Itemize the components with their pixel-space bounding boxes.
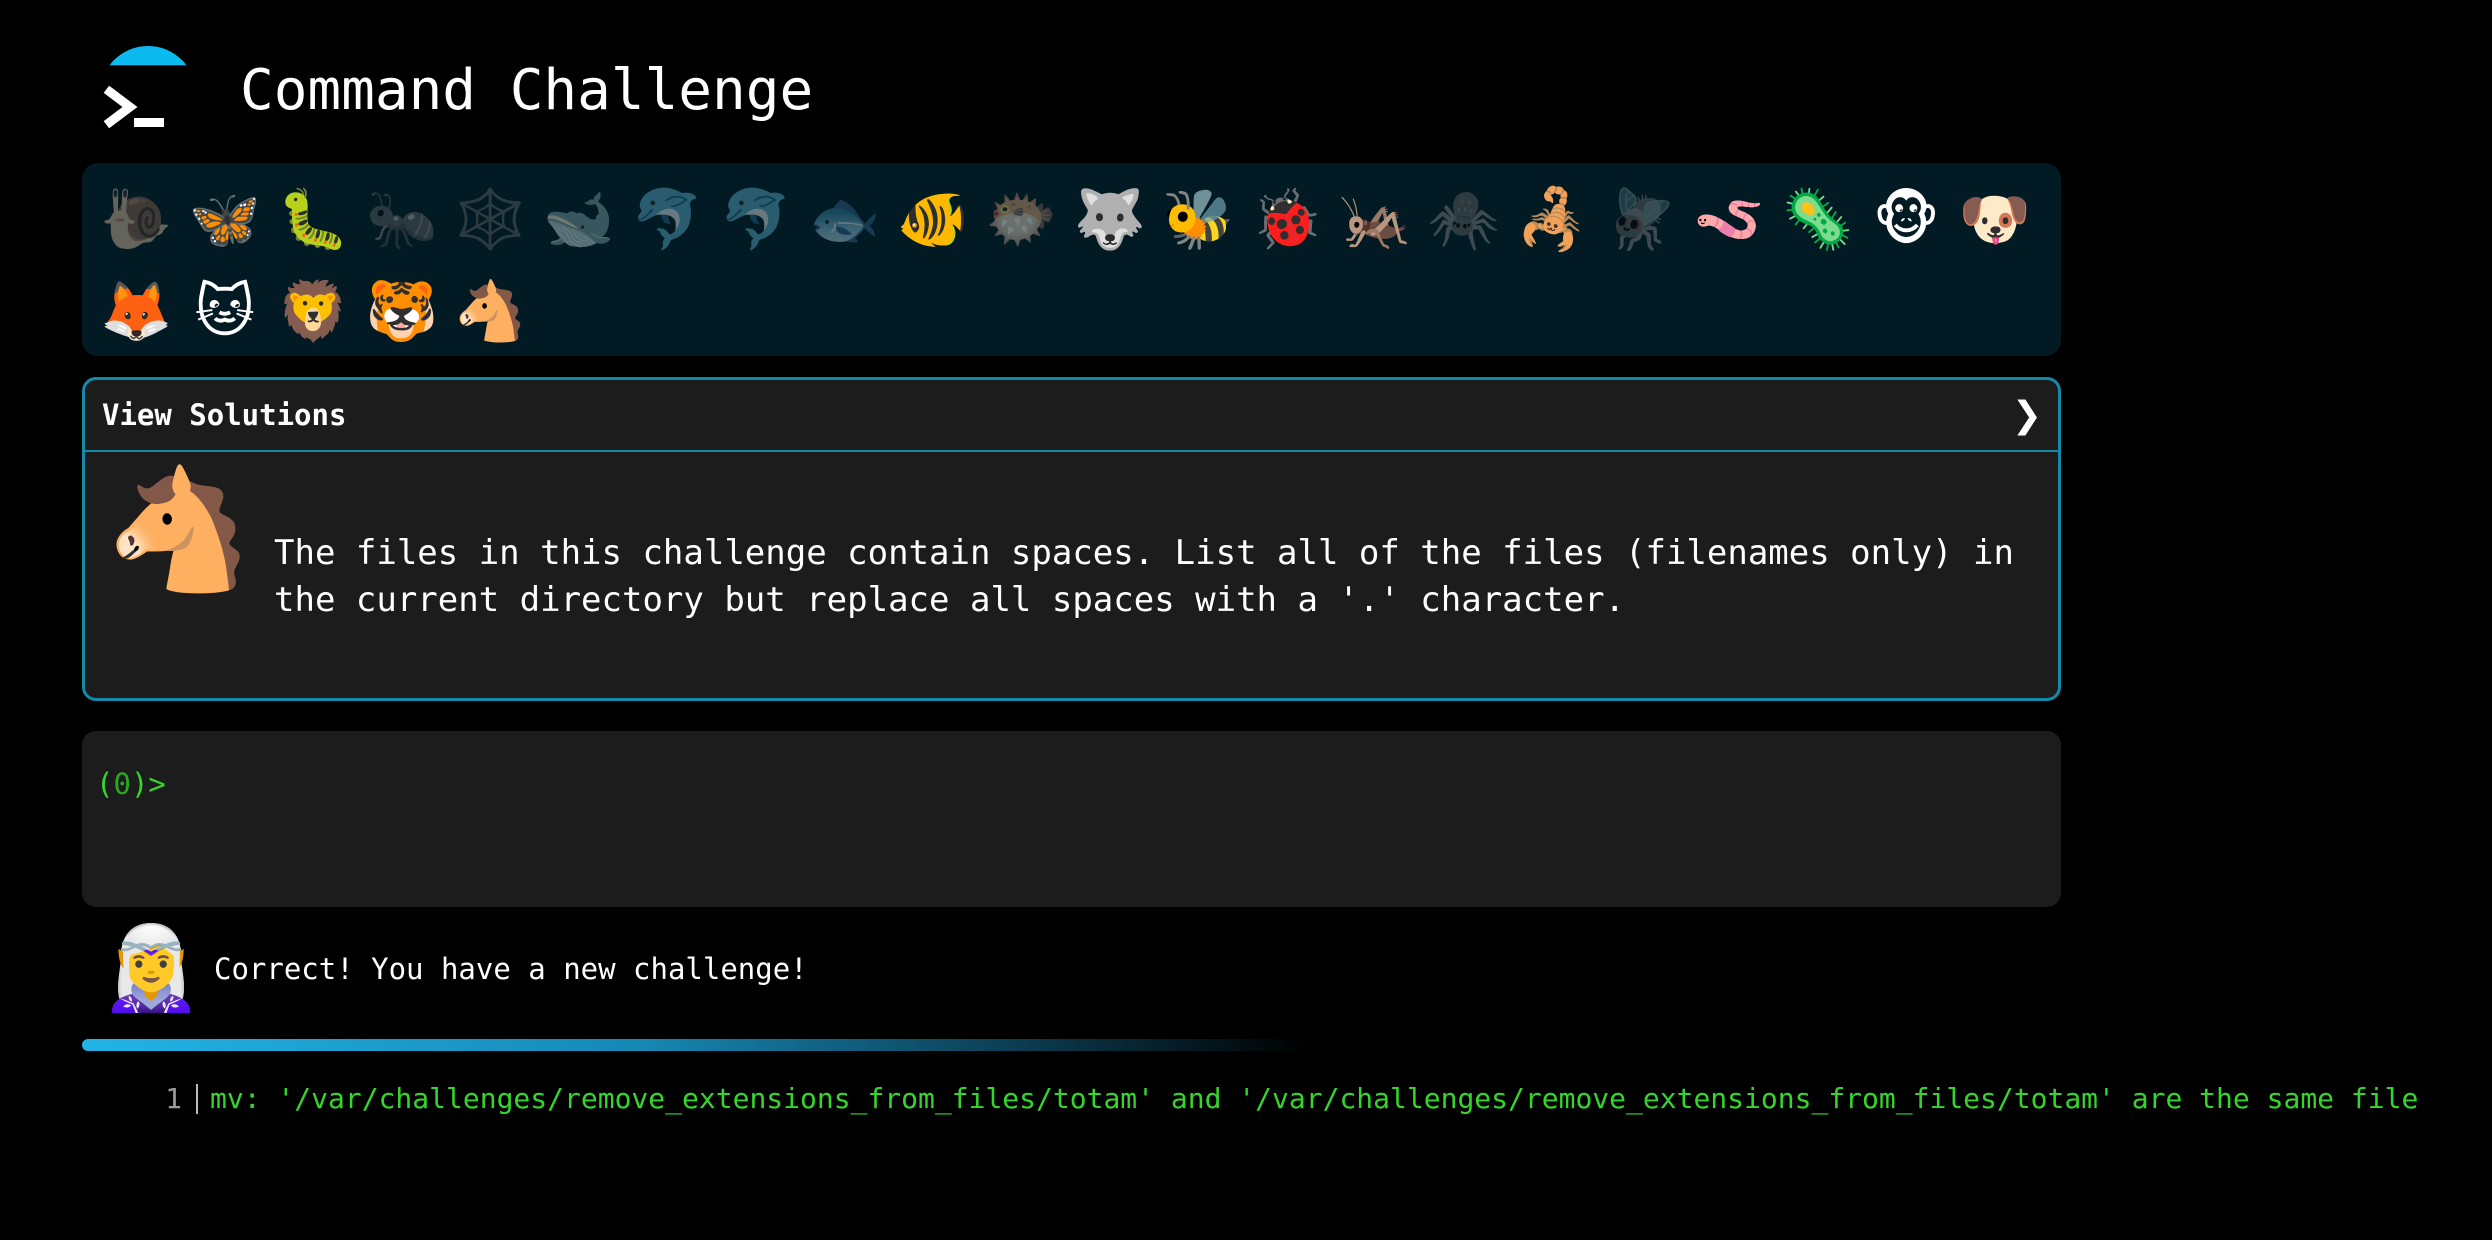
feedback-message: 🧝‍♀️ Correct! You have a new challenge! [100, 928, 808, 1010]
scorpion-icon[interactable]: 🦂 [1508, 173, 1597, 265]
animal-progress-bar: 🐌 🦋 🐛 🐜 🕸️ 🐋 🐬 🐬 🐟 🐠 🐡 🐺 🐝 🐞 🦗 🕷️ 🦂 🪰 🪱 🦠 🐵 🐶 🦊 🐱 🦁 🐯 🐴 [82, 163, 2061, 356]
butterfly-icon[interactable]: 🦋 [181, 173, 270, 265]
snail-icon[interactable]: 🐌 [92, 173, 181, 265]
tropical-fish-icon[interactable]: 🐠 [889, 173, 978, 265]
fox-icon[interactable]: 🦊 [92, 265, 181, 357]
ant-icon[interactable]: 🐜 [358, 173, 447, 265]
cricket-icon[interactable]: 🦗 [1331, 173, 1420, 265]
page-title: Command Challenge [240, 57, 814, 123]
blowfish-icon[interactable]: 🐡 [977, 173, 1066, 265]
terminal-logo-icon[interactable] [100, 42, 196, 138]
monkey-icon[interactable]: 🐵 [1862, 173, 1951, 265]
tiger-icon[interactable]: 🐯 [358, 265, 447, 357]
progress-bar [82, 1039, 2061, 1051]
line-separator [196, 1083, 198, 1114]
horse-icon: 🐴 [105, 460, 252, 598]
microbe-icon[interactable]: 🦠 [1774, 173, 1863, 265]
fly-icon[interactable]: 🪰 [1597, 173, 1686, 265]
bee-icon[interactable]: 🐝 [1154, 173, 1243, 265]
challenge-body: 🐴 The files in this challenge contain sp… [85, 452, 2058, 700]
dolphin-grey-icon[interactable]: 🐬 [712, 173, 801, 265]
challenge-description: The files in this challenge contain spac… [274, 533, 2014, 620]
view-solutions-toggle[interactable]: View Solutions ❯ [85, 380, 2058, 452]
line-number: 1 [165, 1082, 182, 1115]
prompt-counter: 0 [113, 767, 131, 801]
ladybug-icon[interactable]: 🐞 [1243, 173, 1332, 265]
output-text: mv: '/var/challenges/remove_extensions_f… [210, 1082, 2419, 1115]
solution-panel: View Solutions ❯ 🐴 The files in this cha… [82, 377, 2061, 701]
spider-web-icon[interactable]: 🕸️ [446, 173, 535, 265]
output-line: 1 mv: '/var/challenges/remove_extensions… [150, 1082, 2418, 1115]
dog-icon[interactable]: 🐶 [1951, 173, 2040, 265]
app-header: Command Challenge [100, 20, 813, 160]
chevron-right-icon[interactable]: ❯ [2012, 395, 2042, 436]
elf-icon: 🧝‍♀️ [100, 921, 203, 1016]
terminal-input[interactable]: (0)> [82, 731, 2061, 907]
wolf-icon[interactable]: 🐺 [1066, 173, 1155, 265]
terminal-prompt: (0)> [96, 767, 166, 801]
cat-icon[interactable]: 🐱 [181, 265, 270, 357]
whale-icon[interactable]: 🐋 [535, 173, 624, 265]
view-solutions-label: View Solutions [102, 398, 347, 432]
feedback-text: Correct! You have a new challenge! [214, 952, 808, 986]
lion-icon[interactable]: 🦁 [269, 265, 358, 357]
spider-icon[interactable]: 🕷️ [1420, 173, 1509, 265]
horse-icon[interactable]: 🐴 [446, 265, 535, 357]
caterpillar-icon[interactable]: 🐛 [269, 173, 358, 265]
dolphin-icon[interactable]: 🐬 [623, 173, 712, 265]
worm-icon[interactable]: 🪱 [1685, 173, 1774, 265]
fish-icon[interactable]: 🐟 [800, 173, 889, 265]
